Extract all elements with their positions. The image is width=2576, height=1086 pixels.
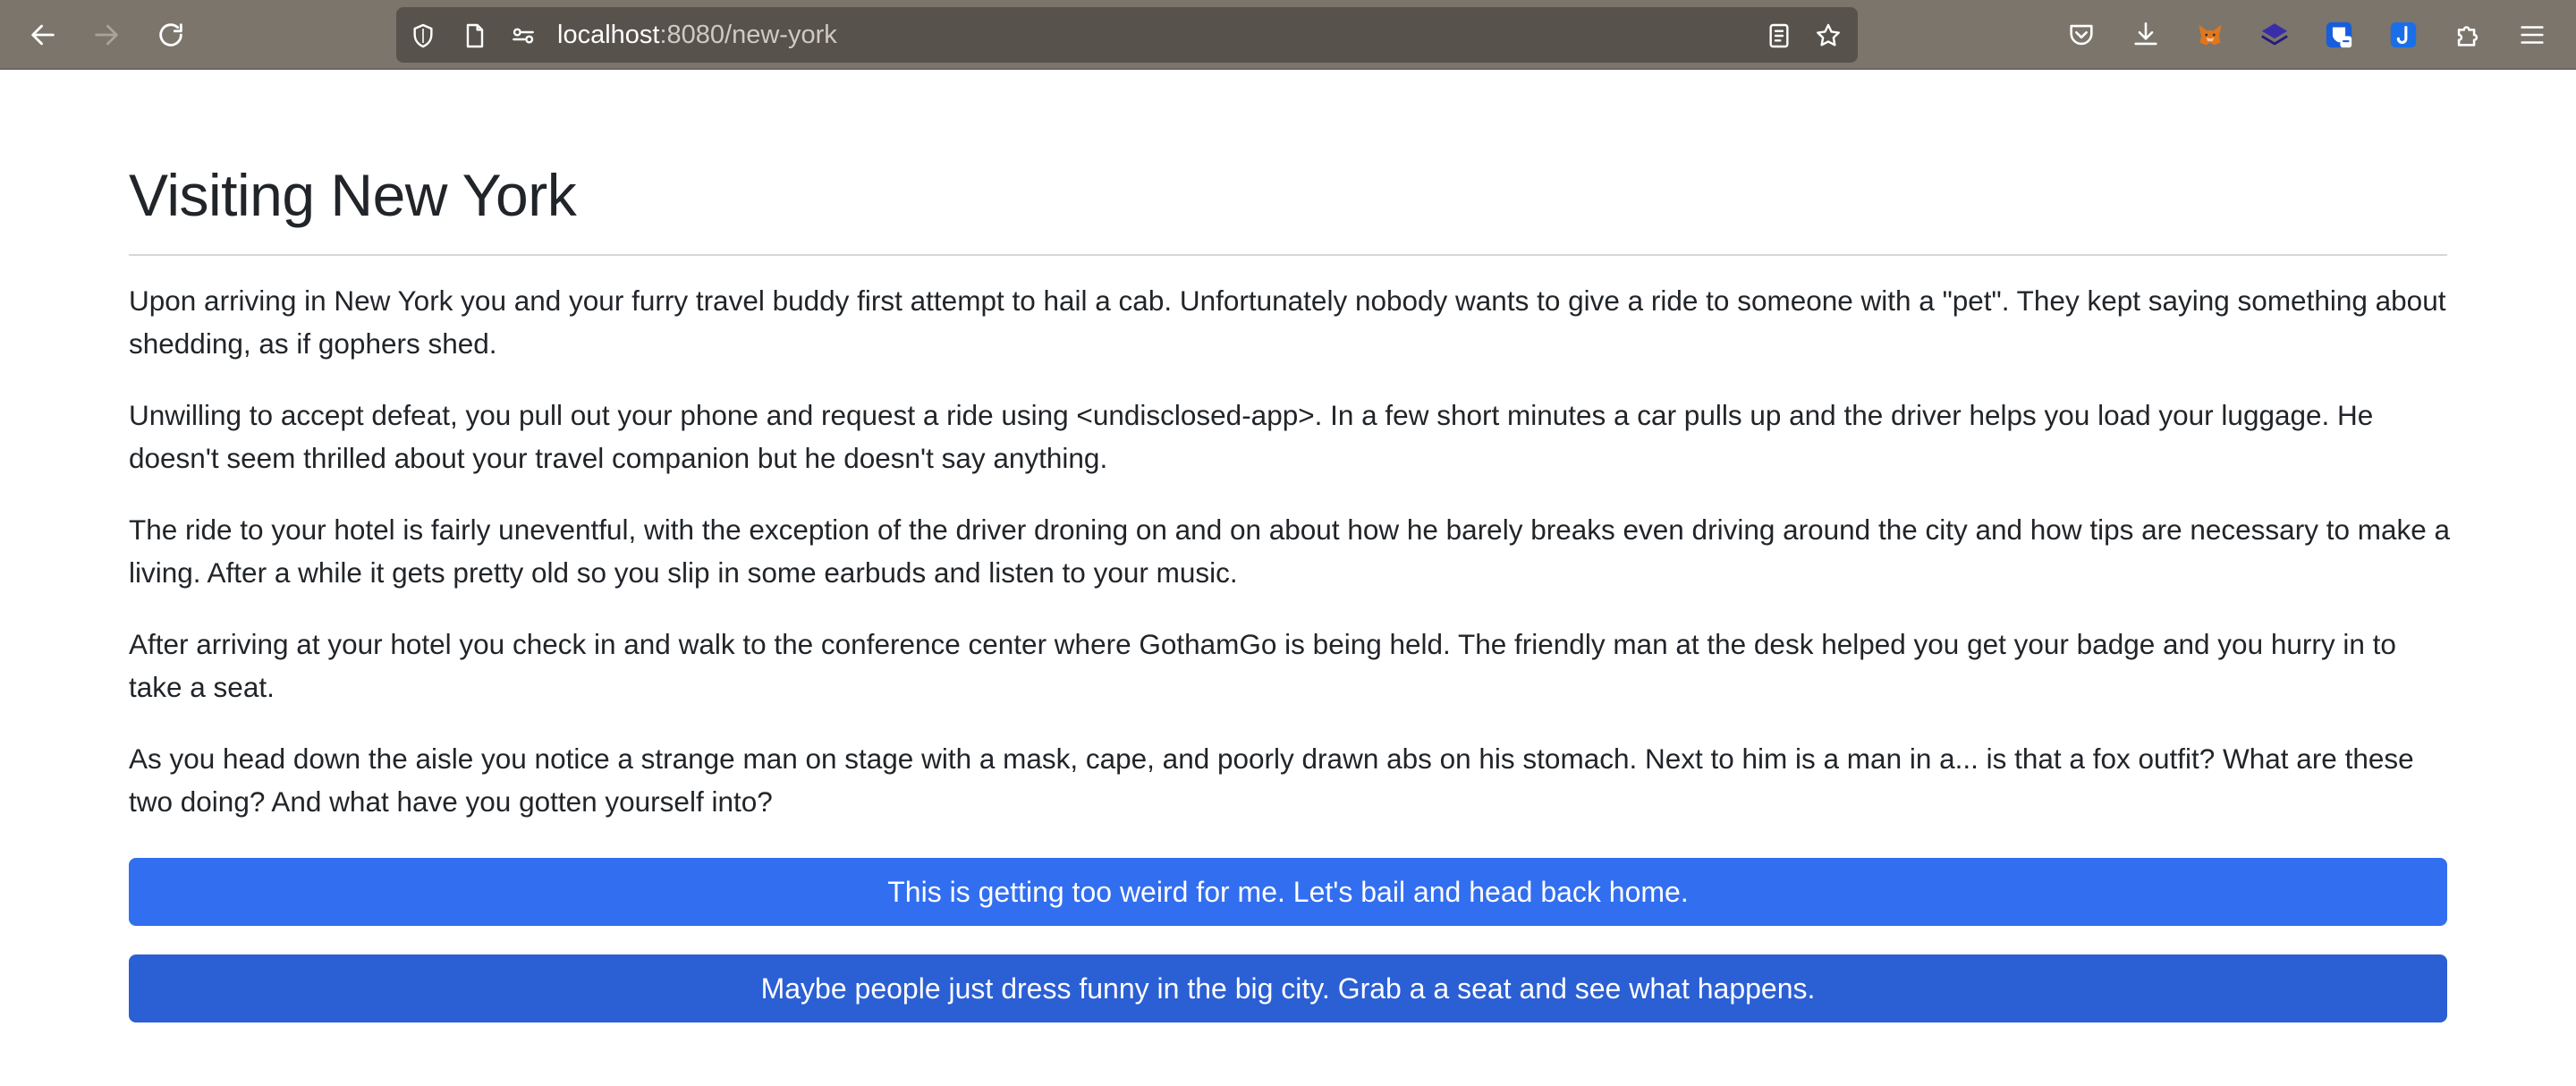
story-paragraph: After arriving at your hotel you check i…	[129, 628, 2396, 703]
story-paragraph: As you head down the aisle you notice a …	[129, 742, 2414, 818]
layers-extension-icon[interactable]	[2258, 18, 2292, 52]
page-title: Visiting New York	[129, 162, 577, 228]
address-bar[interactable]: localhost:8080/new-york	[396, 7, 1858, 63]
title-divider	[129, 254, 2447, 256]
page-icon	[461, 21, 489, 50]
pocket-icon[interactable]	[2064, 18, 2098, 52]
hamburger-menu-icon[interactable]	[2515, 18, 2549, 52]
reload-icon[interactable]	[151, 15, 191, 55]
url-text[interactable]: localhost:8080/new-york	[557, 19, 837, 51]
reader-view-icon[interactable]	[1765, 21, 1793, 50]
browser-toolbar: localhost:8080/new-york	[0, 0, 2576, 70]
back-arrow-icon[interactable]	[23, 15, 63, 55]
grab-seat-button[interactable]: Maybe people just dress funny in the big…	[129, 954, 2447, 1022]
download-icon[interactable]	[2129, 18, 2163, 52]
story-paragraph: The ride to your hotel is fairly unevent…	[129, 513, 2451, 589]
j-extension-icon[interactable]	[2386, 18, 2420, 52]
story-paragraph: Upon arriving in New York you and your f…	[129, 284, 2446, 360]
url-host: localhost	[557, 21, 660, 49]
extensions-puzzle-icon[interactable]	[2451, 18, 2485, 52]
story-paragraph: Unwilling to accept defeat, you pull out…	[129, 399, 2374, 474]
go-home-button[interactable]: This is getting too weird for me. Let's …	[129, 858, 2447, 926]
site-settings-icon[interactable]	[509, 21, 538, 50]
forward-arrow-icon[interactable]	[87, 15, 126, 55]
shield-icon[interactable]	[409, 21, 437, 50]
metamask-fox-icon[interactable]	[2193, 18, 2227, 52]
url-path: :8080/new-york	[659, 21, 837, 49]
bitwarden-shield-icon[interactable]	[2322, 18, 2356, 52]
bookmark-star-icon[interactable]	[1814, 21, 1843, 50]
